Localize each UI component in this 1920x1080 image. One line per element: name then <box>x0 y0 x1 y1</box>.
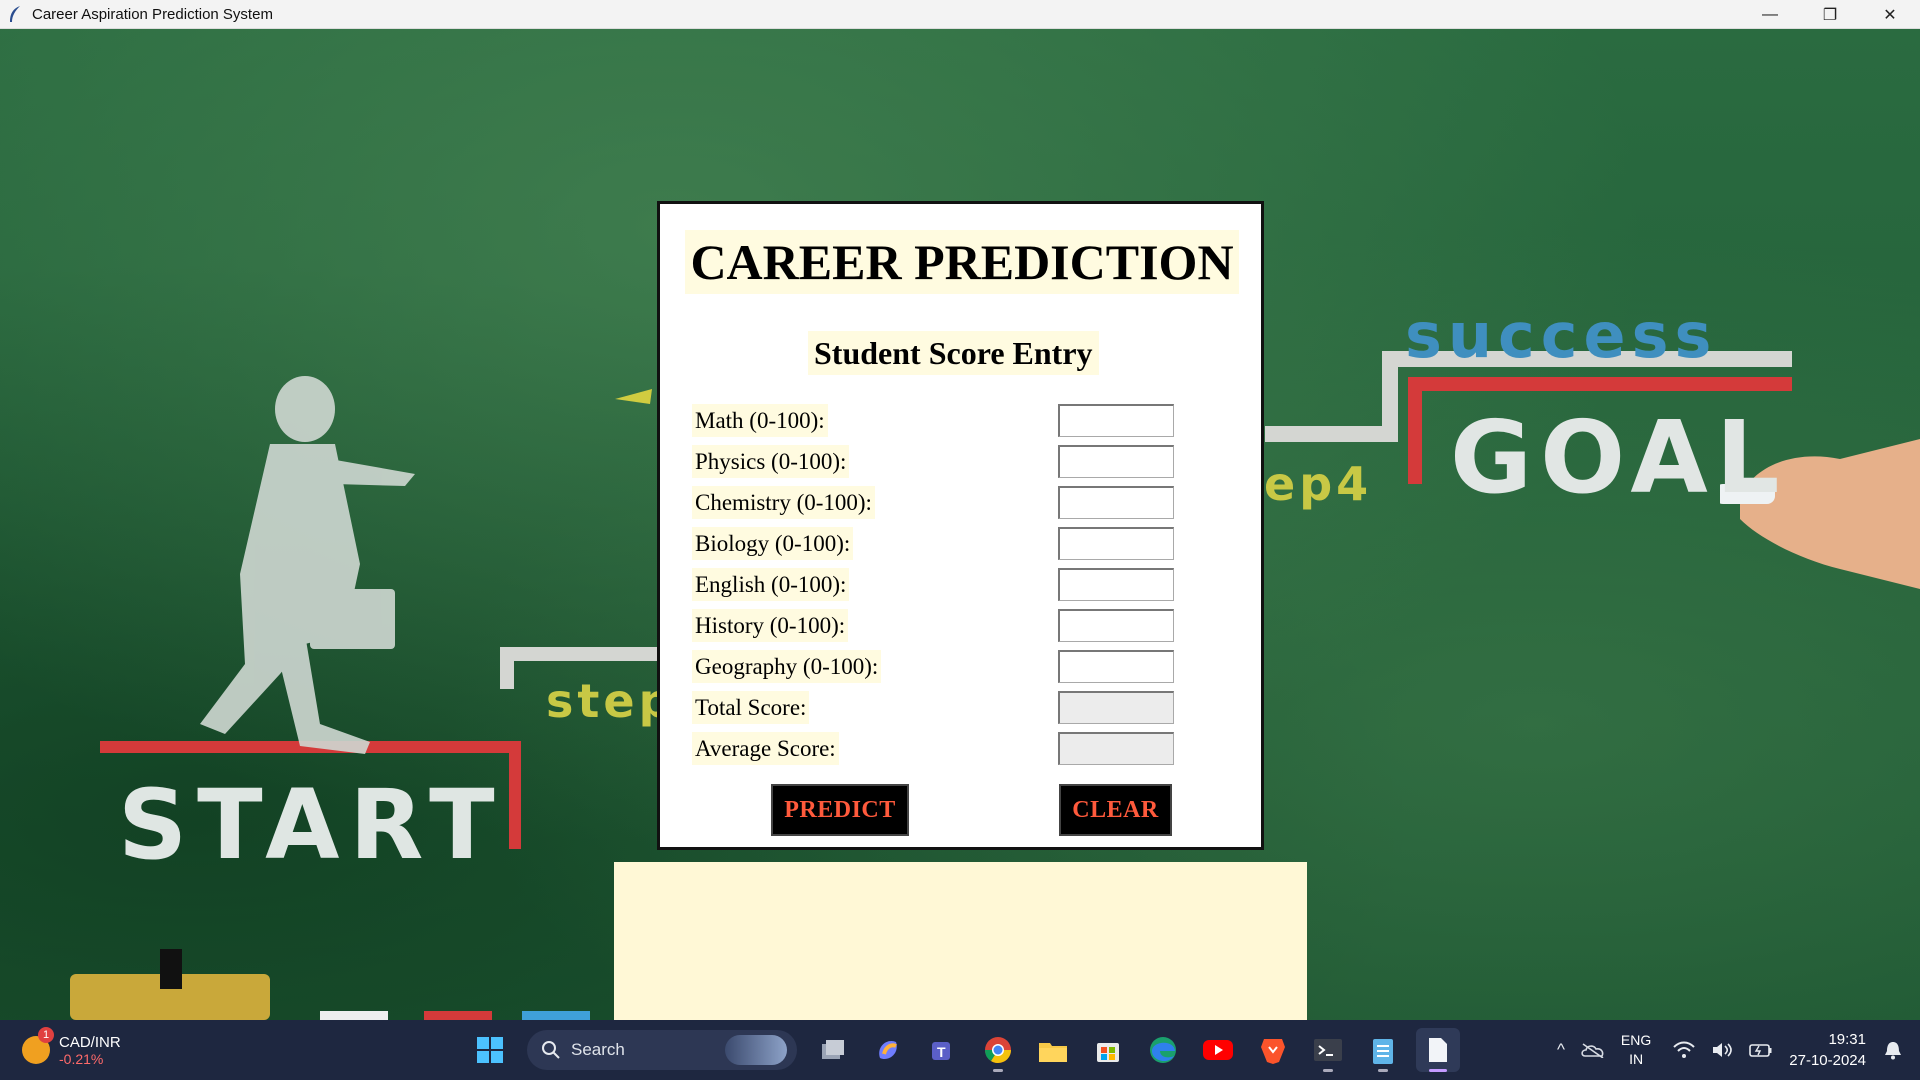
average-score-label: Average Score: <box>692 732 839 765</box>
predict-button[interactable]: PREDICT <box>771 784 909 836</box>
copilot-icon[interactable] <box>866 1028 910 1072</box>
biology-label: Biology (0-100): <box>692 527 854 560</box>
walking-businessman-drawing <box>200 376 415 754</box>
currency-pair: CAD/INR <box>59 1033 121 1051</box>
clear-button[interactable]: CLEAR <box>1059 784 1172 836</box>
form-subtitle-panel: Student Score Entry <box>808 331 1099 375</box>
result-panel <box>614 862 1307 1020</box>
taskbar-search[interactable]: Search <box>527 1030 797 1070</box>
minimize-button[interactable]: — <box>1740 0 1800 29</box>
chrome-icon[interactable] <box>976 1028 1020 1072</box>
search-label: Search <box>571 1040 625 1059</box>
geography-row: Geography (0-100): <box>692 650 1232 683</box>
region-code: IN <box>1629 1051 1644 1067</box>
date: 27-10-2024 <box>1789 1052 1866 1069</box>
wifi-icon[interactable] <box>1673 1041 1695 1059</box>
file-explorer-icon[interactable] <box>1031 1028 1075 1072</box>
english-row: English (0-100): <box>692 568 1232 601</box>
math-row: Math (0-100): <box>692 404 1232 437</box>
geography-input[interactable] <box>1058 650 1174 683</box>
time: 19:31 <box>1828 1031 1866 1048</box>
biology-input[interactable] <box>1058 527 1174 560</box>
history-input[interactable] <box>1058 609 1174 642</box>
english-label: English (0-100): <box>692 568 850 601</box>
store-icon[interactable] <box>1086 1028 1130 1072</box>
physics-row: Physics (0-100): <box>692 445 1232 478</box>
title-bar: Career Aspiration Prediction System — ❐ … <box>0 0 1920 29</box>
file-icon[interactable] <box>1416 1028 1460 1072</box>
history-label: History (0-100): <box>692 609 849 642</box>
history-row: History (0-100): <box>692 609 1232 642</box>
physics-input[interactable] <box>1058 445 1174 478</box>
notepad-icon[interactable] <box>1361 1028 1405 1072</box>
success-label: success <box>1405 299 1718 372</box>
chemistry-label: Chemistry (0-100): <box>692 486 875 519</box>
edge-icon[interactable] <box>1141 1028 1185 1072</box>
taskbar: 1 CAD/INR -0.21% Search T ^ ENG IN 19:31… <box>0 1020 1920 1080</box>
currency-change: -0.21% <box>59 1050 104 1067</box>
maximize-button[interactable]: ❐ <box>1800 0 1860 29</box>
biology-row: Biology (0-100): <box>692 527 1232 560</box>
math-label: Math (0-100): <box>692 404 828 437</box>
average-score-row: Average Score: <box>692 732 1232 765</box>
math-input[interactable] <box>1058 404 1174 437</box>
notification-badge: 1 <box>38 1027 54 1043</box>
search-highlight-image <box>725 1035 787 1065</box>
feather-icon <box>10 6 20 22</box>
teams-icon[interactable]: T <box>921 1028 965 1072</box>
brave-icon[interactable] <box>1251 1028 1295 1072</box>
window-title: Career Aspiration Prediction System <box>32 5 273 23</box>
start-label: START <box>118 769 505 881</box>
youtube-icon[interactable] <box>1196 1028 1240 1072</box>
currency-widget[interactable]: 1 CAD/INR -0.21% <box>22 1027 121 1072</box>
total-score-row: Total Score: <box>692 691 1232 724</box>
terminal-icon[interactable] <box>1306 1028 1350 1072</box>
volume-icon[interactable] <box>1711 1041 1733 1059</box>
total-score-field <box>1058 691 1174 724</box>
system-tray: ^ ENG IN 19:31 27-10-2024 <box>1557 1020 1920 1080</box>
onedrive-icon[interactable] <box>1581 1042 1605 1058</box>
svg-text:T: T <box>937 1044 946 1060</box>
form-title: CAREER PREDICTION <box>690 234 1234 290</box>
step4-label: ep4 <box>1264 457 1373 511</box>
total-score-label: Total Score: <box>692 691 810 724</box>
input-language-indicator[interactable]: ENG IN <box>1621 1031 1651 1069</box>
form-subtitle: Student Score Entry <box>814 334 1093 371</box>
geography-label: Geography (0-100): <box>692 650 882 683</box>
average-score-field <box>1058 732 1174 765</box>
notification-bell-icon[interactable] <box>1884 1040 1902 1060</box>
language-code: ENG <box>1620 1032 1652 1048</box>
search-icon <box>542 1041 560 1059</box>
goal-label: GOAL <box>1450 399 1788 516</box>
english-input[interactable] <box>1058 568 1174 601</box>
task-view-icon[interactable] <box>811 1028 855 1072</box>
chemistry-row: Chemistry (0-100): <box>692 486 1232 519</box>
taskbar-apps: Search T <box>468 1026 1471 1074</box>
close-button[interactable]: ✕ <box>1860 0 1920 29</box>
career-prediction-form: CAREER PREDICTION Student Score Entry Ma… <box>657 201 1264 850</box>
physics-label: Physics (0-100): <box>692 445 850 478</box>
battery-icon[interactable] <box>1749 1042 1773 1058</box>
clock[interactable]: 19:31 27-10-2024 <box>1789 1029 1866 1071</box>
window-controls: — ❐ ✕ <box>1740 0 1920 29</box>
form-title-panel: CAREER PREDICTION <box>685 230 1239 294</box>
chemistry-input[interactable] <box>1058 486 1174 519</box>
start-icon[interactable] <box>468 1028 512 1072</box>
show-hidden-icons-chevron-icon[interactable]: ^ <box>1557 1040 1565 1060</box>
